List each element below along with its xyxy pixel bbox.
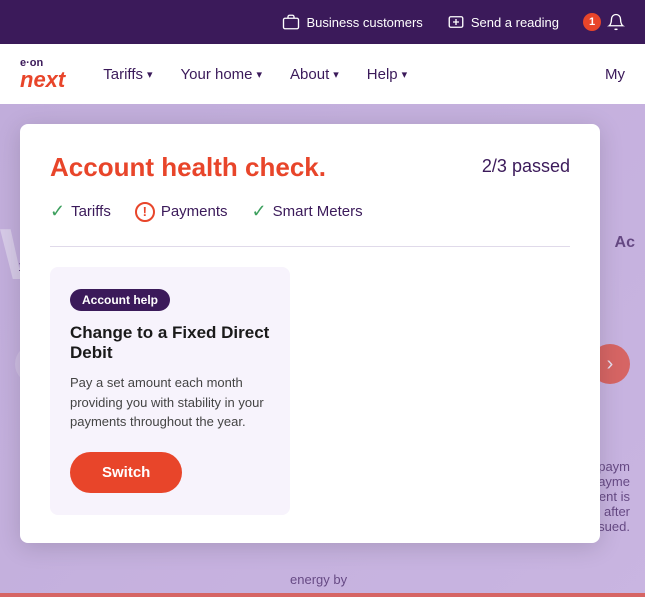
nav-my[interactable]: My bbox=[605, 66, 625, 83]
my-label: My bbox=[605, 66, 625, 83]
card-badge: Account help bbox=[70, 289, 170, 311]
card-title: Change to a Fixed Direct Debit bbox=[70, 323, 270, 363]
check-pass-icon-tariffs: ✓ bbox=[50, 201, 65, 222]
switch-button[interactable]: Switch bbox=[70, 452, 182, 493]
nav-tariffs[interactable]: Tariffs ▾ bbox=[103, 66, 152, 83]
bell-icon bbox=[607, 13, 625, 31]
tariffs-chevron: ▾ bbox=[147, 68, 153, 81]
tariffs-label: Tariffs bbox=[103, 66, 143, 83]
notification-badge: 1 bbox=[583, 13, 601, 31]
notification-bell[interactable]: 1 bbox=[583, 13, 625, 31]
about-label: About bbox=[290, 66, 329, 83]
modal-header: Account health check. 2/3 passed bbox=[50, 152, 570, 183]
nav-help[interactable]: Help ▾ bbox=[367, 66, 407, 83]
modal-title: Account health check. bbox=[50, 152, 326, 183]
nav-bar: e·on next Tariffs ▾ Your home ▾ About ▾ … bbox=[0, 44, 645, 104]
nav-your-home[interactable]: Your home ▾ bbox=[181, 66, 263, 83]
your-home-chevron: ▾ bbox=[257, 68, 263, 81]
check-warn-icon-payments: ! bbox=[135, 202, 155, 222]
send-reading-link[interactable]: Send a reading bbox=[447, 13, 559, 31]
check-tariffs: ✓ Tariffs bbox=[50, 201, 111, 222]
logo[interactable]: e·on next bbox=[20, 58, 65, 91]
account-help-card: Account help Change to a Fixed Direct De… bbox=[50, 267, 290, 515]
modal-passed: 2/3 passed bbox=[482, 156, 570, 177]
briefcase-icon bbox=[282, 13, 300, 31]
check-payments: ! Payments bbox=[135, 202, 228, 222]
logo-next: next bbox=[20, 69, 65, 91]
check-label-smart-meters: Smart Meters bbox=[273, 203, 363, 220]
send-reading-label: Send a reading bbox=[471, 15, 559, 30]
meter-icon bbox=[447, 13, 465, 31]
business-customers-label: Business customers bbox=[306, 15, 422, 30]
about-chevron: ▾ bbox=[333, 68, 339, 81]
health-check-modal: Account health check. 2/3 passed ✓ Tarif… bbox=[20, 124, 600, 543]
your-home-label: Your home bbox=[181, 66, 253, 83]
check-label-tariffs: Tariffs bbox=[71, 203, 111, 220]
business-customers-link[interactable]: Business customers bbox=[282, 13, 422, 31]
card-description: Pay a set amount each month providing yo… bbox=[70, 373, 270, 432]
modal-overlay: Account health check. 2/3 passed ✓ Tarif… bbox=[0, 104, 645, 597]
check-label-payments: Payments bbox=[161, 203, 228, 220]
nav-about[interactable]: About ▾ bbox=[290, 66, 339, 83]
help-label: Help bbox=[367, 66, 398, 83]
top-bar: Business customers Send a reading 1 bbox=[0, 0, 645, 44]
modal-divider bbox=[50, 246, 570, 247]
modal-checks: ✓ Tariffs ! Payments ✓ Smart Meters bbox=[50, 201, 570, 222]
help-chevron: ▾ bbox=[402, 68, 408, 81]
check-smart-meters: ✓ Smart Meters bbox=[252, 201, 363, 222]
check-pass-icon-smart-meters: ✓ bbox=[252, 201, 267, 222]
